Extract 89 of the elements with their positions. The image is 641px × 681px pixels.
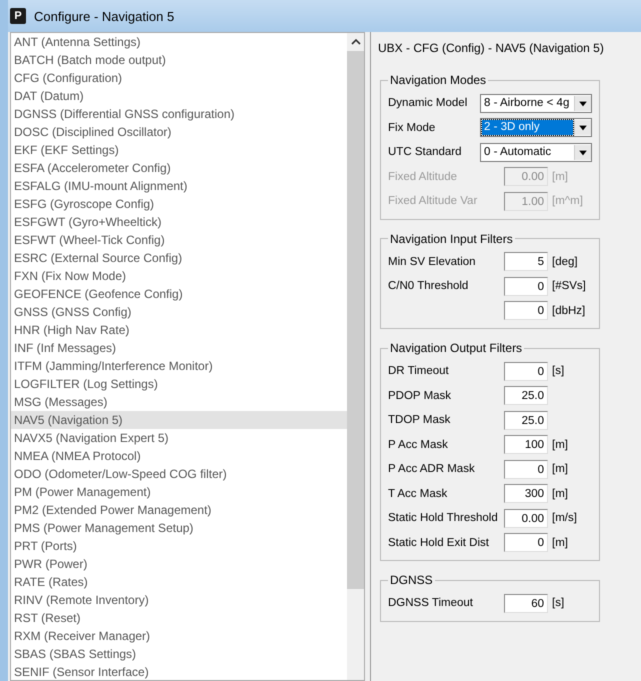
message-list-item[interactable]: ESFALG (IMU-mount Alignment) xyxy=(11,177,347,195)
field-label: Fix Mode xyxy=(388,120,436,136)
number-field[interactable]: 0 xyxy=(504,276,548,296)
message-list-item[interactable]: PWR (Power) xyxy=(11,555,347,573)
field-label: Fixed Altitude Var xyxy=(388,194,478,210)
unit-label: [s] xyxy=(552,597,564,610)
number-field[interactable]: 0 xyxy=(504,362,548,381)
message-list-item[interactable]: CFG (Configuration) xyxy=(11,69,347,87)
message-list-item[interactable]: SENIF (Sensor Interface) xyxy=(11,663,347,681)
message-list-item[interactable]: LOGFILTER (Log Settings) xyxy=(11,375,347,393)
message-list-item[interactable]: PM2 (Extended Power Management) xyxy=(11,501,347,519)
field-label: Static Hold Exit Dist xyxy=(388,536,489,551)
field-label: Static Hold Threshold xyxy=(388,511,498,526)
unit-label: [m] xyxy=(552,170,568,183)
message-list-item[interactable]: PM (Power Management) xyxy=(11,483,347,501)
scrollbar-thumb[interactable] xyxy=(347,51,364,589)
field-label: DGNSS Timeout xyxy=(388,596,473,612)
unit-label: [m^m] xyxy=(552,195,583,208)
message-list-item[interactable]: NAVX5 (Navigation Expert 5) xyxy=(11,429,347,447)
scrollbar[interactable] xyxy=(347,33,364,680)
message-list-item[interactable]: ESFA (Accelerometer Config) xyxy=(11,159,347,177)
number-field[interactable]: 25.0 xyxy=(504,410,548,430)
field-label: T Acc Mask xyxy=(388,486,448,502)
message-list-item[interactable]: FXN (Fix Now Mode) xyxy=(11,267,347,285)
field-label: DR Timeout xyxy=(388,364,449,380)
number-field[interactable]: 300 xyxy=(504,484,548,504)
field-label: Dynamic Model xyxy=(388,96,468,112)
message-list-item[interactable]: RST (Reset) xyxy=(11,609,347,627)
message-list-item[interactable]: SBAS (SBAS Settings) xyxy=(11,645,347,663)
message-list-item[interactable]: MSG (Messages) xyxy=(11,393,347,411)
message-list-item[interactable]: ANT (Antenna Settings) xyxy=(11,33,347,51)
unit-label: [m] xyxy=(552,438,568,451)
unit-label: [#SVs] xyxy=(552,280,586,292)
unit-label: [m] xyxy=(552,463,568,476)
dropdown[interactable]: 2 - 3D only xyxy=(480,118,592,138)
number-field[interactable]: 5 xyxy=(504,252,548,272)
number-field[interactable]: 0 xyxy=(504,301,548,320)
field-label: TDOP Mask xyxy=(388,413,450,428)
message-list-item[interactable]: GNSS (GNSS Config) xyxy=(11,303,347,321)
field-label: P Acc Mask xyxy=(388,438,448,453)
number-field[interactable]: 100 xyxy=(504,435,548,454)
unit-label: [m] xyxy=(552,536,568,549)
message-list-item[interactable]: HNR (High Nav Rate) xyxy=(11,321,347,339)
number-field[interactable]: 60 xyxy=(504,594,548,613)
message-list-item[interactable]: NAV5 (Navigation 5) xyxy=(11,411,347,429)
window-title: Configure - Navigation 5 xyxy=(34,8,174,24)
number-field[interactable]: 0 xyxy=(504,460,548,479)
message-list-item[interactable]: DOSC (Disciplined Oscillator) xyxy=(11,123,347,141)
app-logo: P xyxy=(10,8,26,24)
number-field[interactable]: 25.0 xyxy=(504,386,548,406)
unit-label: [s] xyxy=(552,365,564,378)
message-list-item[interactable]: BATCH (Batch mode output) xyxy=(11,51,347,69)
group-title: Navigation Modes xyxy=(389,73,488,87)
field-label: Fixed Altitude xyxy=(388,170,458,185)
unit-label: [dbHz] xyxy=(552,304,586,317)
message-list-item[interactable]: DAT (Datum) xyxy=(11,87,347,105)
scroll-up-icon[interactable] xyxy=(350,37,360,47)
message-list-item[interactable]: RINV (Remote Inventory) xyxy=(11,591,347,609)
group-title: Navigation Input Filters xyxy=(389,232,514,246)
unit-label: [m] xyxy=(552,488,568,500)
message-list-item[interactable]: ODO (Odometer/Low-Speed COG filter) xyxy=(11,465,347,483)
message-list-item[interactable]: INF (Inf Messages) xyxy=(11,339,347,357)
field-label: Min SV Elevation xyxy=(388,254,476,270)
field-label: PDOP Mask xyxy=(388,388,452,404)
message-list-item[interactable]: PRT (Ports) xyxy=(11,537,347,555)
message-list-item[interactable]: PMS (Power Management Setup) xyxy=(11,519,347,537)
message-list-item[interactable]: ESRC (External Source Config) xyxy=(11,249,347,267)
group-title: DGNSS xyxy=(389,573,434,587)
message-list-item[interactable]: EKF (EKF Settings) xyxy=(11,141,347,159)
dropdown[interactable]: 0 - Automatic xyxy=(480,142,592,162)
number-field[interactable]: 0 xyxy=(504,533,548,552)
unit-label: [m/s] xyxy=(552,512,577,524)
message-list-item[interactable]: ESFG (Gyroscope Config) xyxy=(11,195,347,213)
number-field[interactable]: 0.00 xyxy=(504,508,548,528)
field-label: P Acc ADR Mask xyxy=(388,462,475,478)
message-list-item[interactable]: RATE (Rates) xyxy=(11,573,347,591)
field-label: UTC Standard xyxy=(388,145,462,160)
panel-heading: UBX - CFG (Config) - NAV5 (Navigation 5) xyxy=(378,41,605,55)
message-list-item[interactable]: GEOFENCE (Geofence Config) xyxy=(11,285,347,303)
field-label: C/N0 Threshold xyxy=(388,279,468,294)
message-list-item[interactable]: RXM (Receiver Manager) xyxy=(11,627,347,645)
message-list-item[interactable]: ESFWT (Wheel-Tick Config) xyxy=(11,231,347,249)
message-list-item[interactable]: NMEA (NMEA Protocol) xyxy=(11,447,347,465)
dropdown[interactable]: 8 - Airborne < 4g xyxy=(480,94,592,113)
message-list-item[interactable]: DGNSS (Differential GNSS configuration) xyxy=(11,105,347,123)
message-list-item[interactable]: ESFGWT (Gyro+Wheeltick) xyxy=(11,213,347,231)
unit-label: [deg] xyxy=(552,256,578,268)
group-title: Navigation Output Filters xyxy=(389,341,524,355)
message-list-item[interactable]: ITFM (Jamming/Interference Monitor) xyxy=(11,357,347,375)
